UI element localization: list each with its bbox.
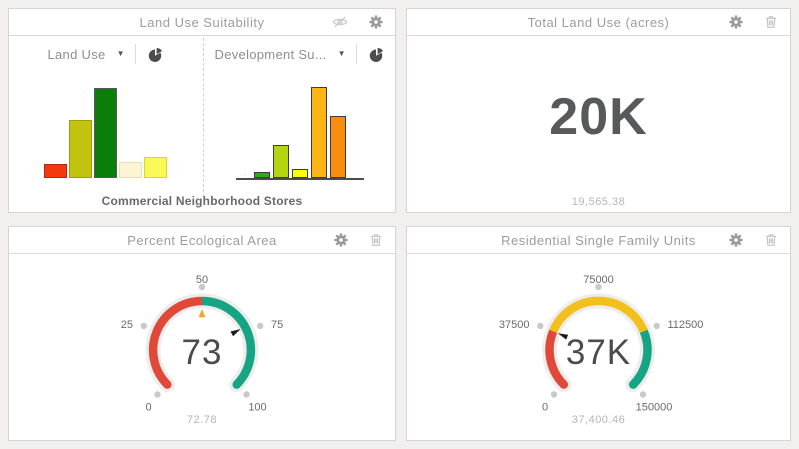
trash-icon[interactable] <box>763 232 779 248</box>
bar-2 <box>292 169 308 178</box>
chevron-down-icon: ▼ <box>117 50 125 58</box>
svg-text:73: 73 <box>182 333 223 372</box>
settings-icon[interactable] <box>368 14 384 30</box>
svg-text:37K: 37K <box>566 333 631 372</box>
trash-icon[interactable] <box>763 14 779 30</box>
chevron-down-icon: ▼ <box>338 50 346 58</box>
bar-1 <box>69 120 92 178</box>
dropdown-label: Land Use <box>48 47 106 62</box>
panel-title: Percent Ecological Area <box>127 233 277 248</box>
bar-3 <box>119 162 142 178</box>
svg-text:100: 100 <box>248 402 266 414</box>
svg-text:25: 25 <box>121 319 133 331</box>
gauge-sub-value: 72.78 <box>9 414 395 426</box>
gauge-chart: 0 37500 75000 112500 150000 37K <box>407 256 790 419</box>
gauge-chart: 0 25 50 75 100 73 <box>9 256 395 419</box>
visibility-off-icon[interactable] <box>331 13 349 31</box>
svg-text:112500: 112500 <box>668 319 704 331</box>
bar-2 <box>94 88 117 178</box>
dashboard: Land Use Suitability <box>0 0 799 449</box>
bar-0 <box>44 164 67 178</box>
panel-header: Percent Ecological Area <box>9 227 395 254</box>
svg-text:37500: 37500 <box>499 319 530 331</box>
panel-land-use-suitability: Land Use Suitability <box>8 8 396 213</box>
development-suitability-dropdown[interactable]: Development Su... ▼ <box>215 47 346 62</box>
panel-total-land-use: Total Land Use (acres) <box>406 8 791 213</box>
subwidget-development-suitability: Development Su... ▼ <box>203 36 396 196</box>
trash-icon[interactable] <box>368 232 384 248</box>
gauge-sub-value: 37,400.46 <box>407 414 790 426</box>
panel-header: Residential Single Family Units <box>407 227 790 254</box>
dropdown-label: Development Su... <box>215 47 327 62</box>
panel-header: Land Use Suitability <box>9 9 395 36</box>
svg-text:75: 75 <box>271 319 283 331</box>
bar-0 <box>254 172 270 178</box>
panel-title: Residential Single Family Units <box>501 233 696 248</box>
settings-icon[interactable] <box>728 14 744 30</box>
category-caption: Commercial Neighborhood Stores <box>9 194 395 208</box>
panel-title: Total Land Use (acres) <box>528 15 670 30</box>
divider <box>135 44 136 64</box>
panel-percent-ecological-area: Percent Ecological Area <box>8 226 396 441</box>
svg-text:0: 0 <box>145 402 151 414</box>
panel-body: 20K 19,565.38 <box>407 36 790 213</box>
divider <box>356 44 357 64</box>
indicator-value: 20K <box>549 87 647 147</box>
panel-residential-single-family-units: Residential Single Family Units <box>406 226 791 441</box>
svg-text:75000: 75000 <box>583 274 614 286</box>
bar-chart-development-suitability[interactable] <box>236 86 364 180</box>
svg-text:150000: 150000 <box>636 402 673 414</box>
panel-body: 0 25 50 75 100 73 72.78 <box>9 256 395 443</box>
svg-text:50: 50 <box>196 274 208 286</box>
panel-body: 0 37500 75000 112500 150000 37K 37,400.46 <box>407 256 790 443</box>
pie-chart-icon[interactable] <box>147 46 163 62</box>
bar-4 <box>144 157 167 178</box>
bar-3 <box>311 87 327 178</box>
panel-header: Total Land Use (acres) <box>407 9 790 36</box>
settings-icon[interactable] <box>728 232 744 248</box>
svg-text:0: 0 <box>542 402 548 414</box>
bar-chart-land-use[interactable] <box>9 86 202 178</box>
bar-4 <box>330 116 346 178</box>
pie-chart-icon[interactable] <box>368 46 384 62</box>
subwidget-land-use: Land Use ▼ <box>9 36 202 196</box>
panel-body: Land Use ▼ Develo <box>9 36 395 213</box>
settings-icon[interactable] <box>333 232 349 248</box>
land-use-dropdown[interactable]: Land Use ▼ <box>48 47 125 62</box>
panel-title: Land Use Suitability <box>140 15 265 30</box>
indicator-sub-value: 19,565.38 <box>407 196 790 208</box>
bar-1 <box>273 145 289 178</box>
